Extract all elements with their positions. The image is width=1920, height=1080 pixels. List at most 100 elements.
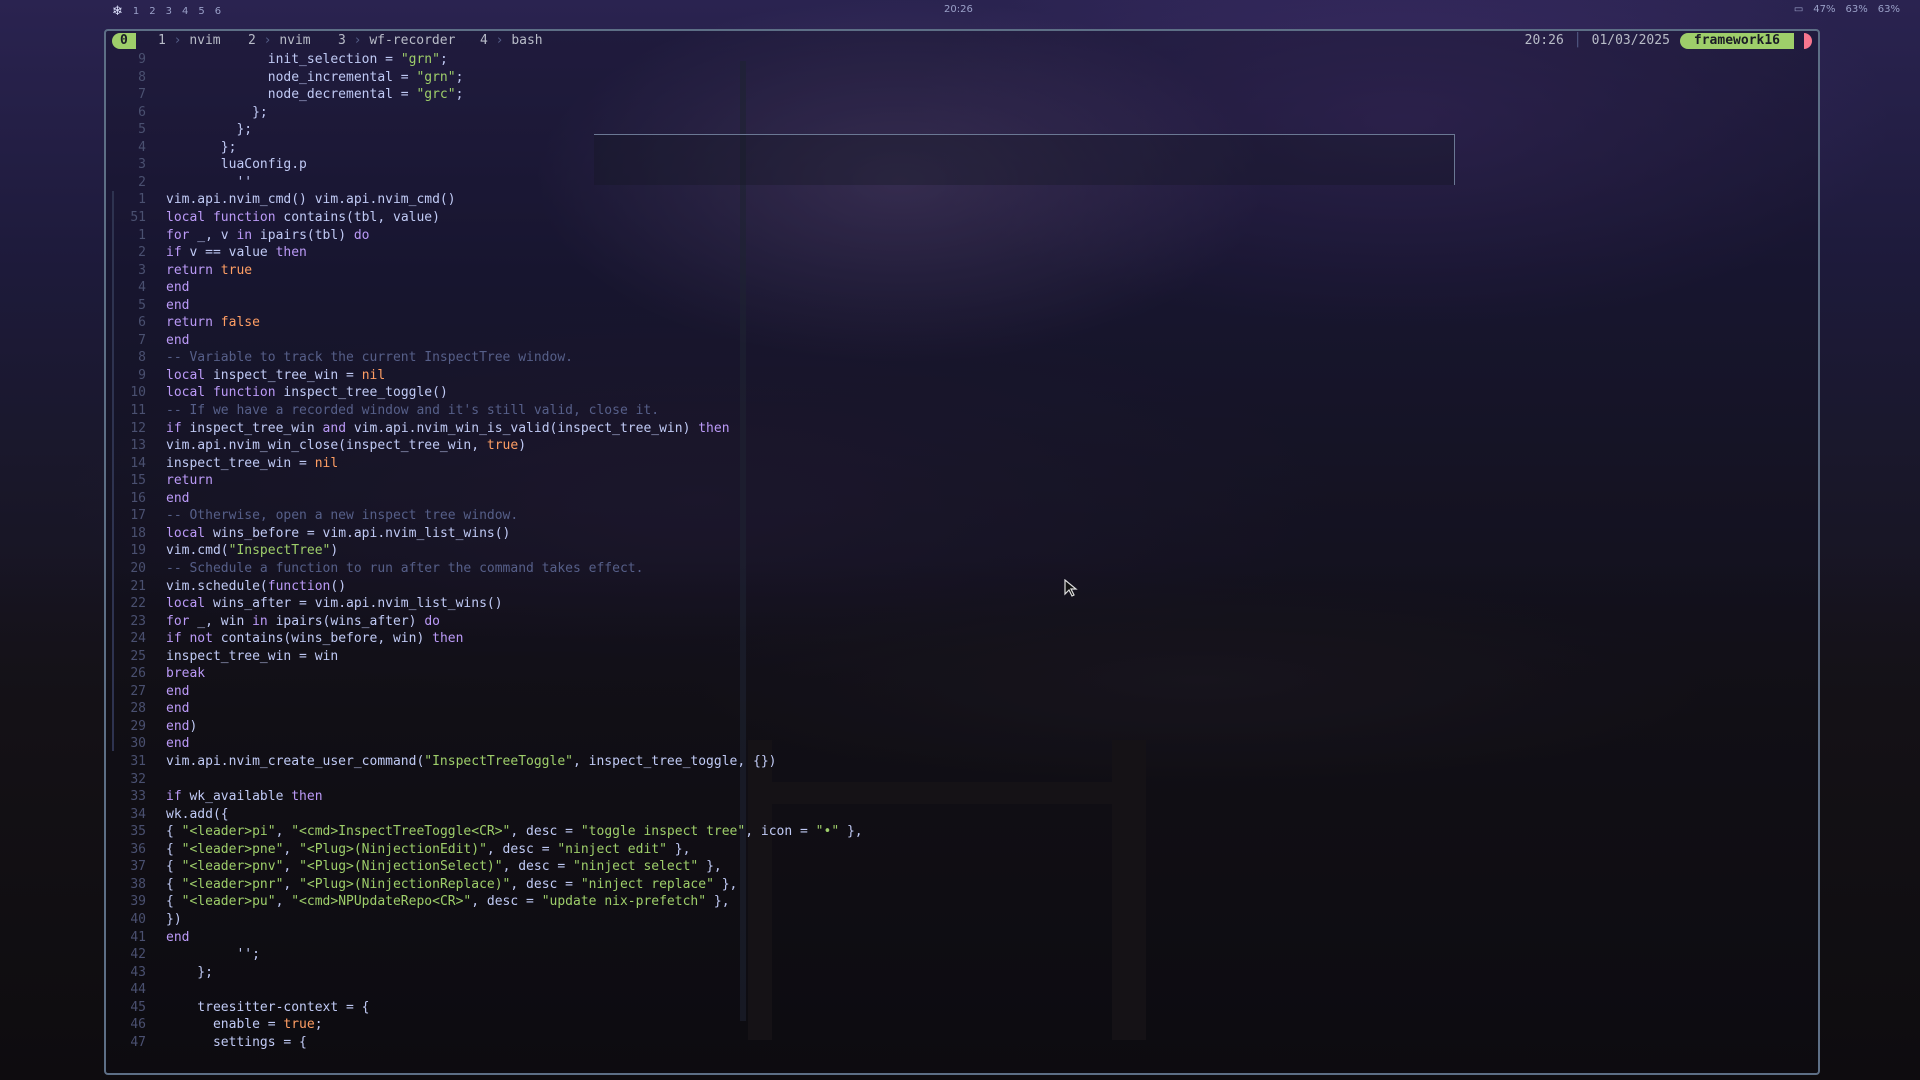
code-line[interactable]: 18 local wins_before = vim.api.nvim_list_…: [106, 525, 510, 543]
line-text: vim.schedule(function(): [166, 578, 347, 594]
workspace-4[interactable]: 4: [182, 6, 188, 17]
code-line[interactable]: 30 end: [106, 735, 189, 753]
code-line[interactable]: 40}): [106, 911, 181, 929]
code-line[interactable]: 47 settings = {: [106, 1034, 307, 1052]
cpu-status[interactable]: 47%: [1813, 4, 1835, 15]
code-line[interactable]: 28 end: [106, 700, 189, 718]
code-line[interactable]: 45 treesitter-context = {: [106, 999, 369, 1017]
code-line[interactable]: 29 end): [106, 718, 197, 736]
code-line[interactable]: 15 return: [106, 472, 213, 490]
code-line[interactable]: 6 return false: [106, 314, 260, 332]
code-line[interactable]: 5 };: [106, 121, 252, 139]
line-text: -- Schedule a function to run after the …: [166, 560, 644, 576]
code-line[interactable]: 27 end: [106, 683, 189, 701]
tmux-window-1[interactable]: 1 › nvim: [158, 31, 221, 51]
tmux-time: 20:26: [1524, 33, 1564, 48]
line-number: 27: [130, 683, 146, 699]
code-line[interactable]: 21 vim.schedule(function(): [106, 578, 346, 596]
code-line[interactable]: 51 local function contains(tbl, value): [106, 209, 440, 227]
code-line[interactable]: 24 if not contains(wins_before, win) then: [106, 630, 463, 648]
code-line[interactable]: 41 end: [106, 929, 189, 947]
terminal-window[interactable]: 0 1 › nvim 2 › nvim 3 › wf-recorder 4 › …: [104, 29, 1820, 1075]
top-bar-clock[interactable]: 20:26: [944, 4, 973, 15]
floating-window[interactable]: [594, 134, 1455, 185]
code-line[interactable]: 7 node_decremental = "grc";: [106, 86, 463, 104]
code-line[interactable]: 2 '': [106, 174, 252, 192]
tmux-date: 01/03/2025: [1591, 33, 1670, 48]
line-text: };: [166, 964, 213, 980]
mouse-cursor-icon: [1064, 579, 1078, 597]
code-line[interactable]: 10 local function inspect_tree_toggle(): [106, 384, 447, 402]
code-line[interactable]: 5 end: [106, 297, 189, 315]
memory-status[interactable]: 63%: [1846, 4, 1868, 15]
separator-icon: ›: [353, 33, 362, 48]
code-line[interactable]: 36 { "<leader>pne", "<Plug>(NinjectionEdi…: [106, 841, 690, 859]
code-line[interactable]: 16 end: [106, 490, 189, 508]
line-text: inspect_tree_win = nil: [166, 455, 339, 471]
line-text: if not contains(wins_before, win) then: [166, 631, 464, 647]
code-line[interactable]: 37 { "<leader>pnv", "<Plug>(NinjectionSel…: [106, 858, 722, 876]
line-number: 39: [130, 894, 146, 910]
code-line[interactable]: 9 init_selection = "grn";: [106, 51, 448, 69]
code-line[interactable]: 4 end: [106, 279, 189, 297]
code-line[interactable]: 13 vim.api.nvim_win_close(inspect_tree_wi…: [106, 437, 526, 455]
code-line[interactable]: 11 -- If we have a recorded window and it…: [106, 402, 659, 420]
code-line[interactable]: 9 local inspect_tree_win = nil: [106, 367, 385, 385]
workspace-2[interactable]: 2: [149, 6, 155, 17]
workspace-5[interactable]: 5: [198, 6, 204, 17]
code-line[interactable]: 1 for _, v in ipairs(tbl) do: [106, 227, 370, 245]
code-line[interactable]: 43 };: [106, 964, 213, 982]
code-line[interactable]: 20 -- Schedule a function to run after th…: [106, 560, 643, 578]
code-line[interactable]: 31 vim.api.nvim_create_user_command("Insp…: [106, 753, 776, 771]
code-line[interactable]: 12 if inspect_tree_win and vim.api.nvim_w…: [106, 420, 729, 438]
code-line[interactable]: 3 luaConfig.p: [106, 156, 307, 174]
network-icon[interactable]: ▭: [1794, 4, 1803, 15]
line-text: { "<leader>pnv", "<Plug>(NinjectionSelec…: [166, 859, 722, 875]
tmux-window-4[interactable]: 4 › bash: [480, 31, 543, 51]
workspace-1[interactable]: 1: [133, 6, 139, 17]
code-line[interactable]: 8 node_incremental = "grn";: [106, 69, 463, 87]
code-line[interactable]: 42 '';: [106, 946, 260, 964]
code-line[interactable]: 39 { "<leader>pu", "<cmd>NPUpdateRepo<CR>…: [106, 893, 729, 911]
line-text: init_selection = "grn";: [166, 52, 448, 67]
code-line[interactable]: 34 wk.add({: [106, 806, 228, 824]
tmux-session[interactable]: 0: [112, 33, 136, 49]
code-line[interactable]: 35 { "<leader>pi", "<cmd>InspectTreeToggl…: [106, 823, 862, 841]
code-line[interactable]: 14 inspect_tree_win = nil: [106, 455, 338, 473]
line-number: 45: [130, 999, 146, 1015]
line-number: 34: [130, 806, 146, 822]
tmux-window-3[interactable]: 3 › wf-recorder: [338, 31, 455, 51]
window-split[interactable]: [740, 61, 746, 1021]
code-line[interactable]: 22 local wins_after = vim.api.nvim_list_w…: [106, 595, 502, 613]
line-number: 5: [138, 122, 146, 138]
code-line[interactable]: 6 };: [106, 104, 268, 122]
line-number: 23: [130, 613, 146, 629]
code-line[interactable]: 1 vim.api.nvim_cmd() vim.api.nvim_cmd(): [106, 191, 455, 209]
code-line[interactable]: 8 -- Variable to track the current Inspec…: [106, 349, 573, 367]
line-number: 4: [138, 280, 146, 296]
code-line[interactable]: 46 enable = true;: [106, 1016, 322, 1034]
code-line[interactable]: 23 for _, win in ipairs(wins_after) do: [106, 613, 440, 631]
workspace-3[interactable]: 3: [166, 6, 172, 17]
code-line[interactable]: 26 break: [106, 665, 205, 683]
code-line[interactable]: 38 { "<leader>pnr", "<Plug>(NinjectionRep…: [106, 876, 737, 894]
line-text: for _, v in ipairs(tbl) do: [166, 227, 370, 243]
code-line[interactable]: 3 return true: [106, 262, 252, 280]
battery-status[interactable]: 63%: [1878, 4, 1900, 15]
code-line[interactable]: 44: [106, 981, 166, 999]
code-line[interactable]: 4 };: [106, 139, 236, 157]
line-text: vim.cmd("InspectTree"): [166, 543, 339, 559]
code-line[interactable]: 19 vim.cmd("InspectTree"): [106, 542, 338, 560]
code-line[interactable]: 7 end: [106, 332, 189, 350]
line-text: luaConfig.p: [166, 157, 307, 173]
code-line[interactable]: 2 if v == value then: [106, 244, 307, 262]
code-line[interactable]: 32: [106, 771, 166, 789]
workspace-6[interactable]: 6: [215, 6, 221, 17]
tmux-window-name: nvim: [189, 33, 221, 48]
tmux-window-2[interactable]: 2 › nvim: [248, 31, 311, 51]
snowflake-icon[interactable]: ❄: [112, 4, 123, 19]
line-text: };: [166, 122, 253, 138]
code-line[interactable]: 25 inspect_tree_win = win: [106, 648, 338, 666]
code-line[interactable]: 33 if wk_available then: [106, 788, 322, 806]
code-line[interactable]: 17 -- Otherwise, open a new inspect tree …: [106, 507, 518, 525]
